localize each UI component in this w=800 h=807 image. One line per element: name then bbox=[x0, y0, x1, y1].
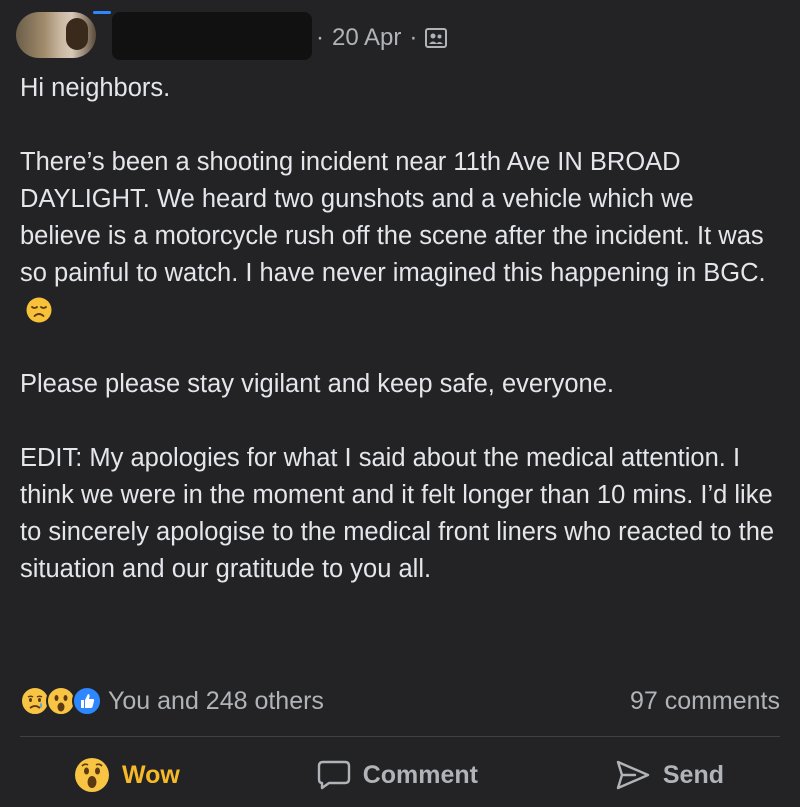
post-meta: · 20 Apr · bbox=[316, 22, 448, 54]
reaction-icons bbox=[20, 686, 102, 716]
post-date[interactable]: 20 Apr bbox=[332, 24, 401, 52]
wow-label: Wow bbox=[122, 760, 180, 789]
post-body: Hi neighbors. There’s been a shooting in… bbox=[20, 70, 780, 588]
reaction-count: You and 248 others bbox=[108, 686, 324, 715]
meta-separator: · bbox=[316, 24, 324, 51]
send-icon bbox=[616, 760, 650, 790]
post-header: · 20 Apr · bbox=[0, 0, 800, 70]
meta-separator: · bbox=[409, 24, 418, 51]
post-paragraph: There’s been a shooting incident near 11… bbox=[20, 144, 780, 329]
comment-button[interactable]: Comment bbox=[317, 760, 478, 790]
divider bbox=[20, 736, 780, 737]
group-icon bbox=[425, 28, 448, 48]
post-paragraph-text: There’s been a shooting incident near 11… bbox=[20, 148, 766, 287]
comment-count[interactable]: 97 comments bbox=[630, 687, 780, 716]
active-status-accent bbox=[93, 11, 111, 14]
post-actions: Wow Comment Send bbox=[20, 748, 780, 802]
avatar[interactable] bbox=[16, 12, 96, 58]
wow-reaction-button[interactable]: Wow bbox=[74, 757, 180, 793]
send-label: Send bbox=[662, 760, 724, 789]
disappointed-face-icon bbox=[26, 297, 52, 323]
reaction-summary[interactable]: You and 248 others bbox=[20, 686, 324, 716]
post-paragraph: Hi neighbors. bbox=[20, 74, 171, 102]
wow-icon bbox=[75, 758, 109, 792]
send-button[interactable]: Send bbox=[615, 759, 724, 791]
comment-icon bbox=[317, 760, 350, 790]
like-icon bbox=[72, 686, 102, 716]
comment-label: Comment bbox=[362, 760, 479, 789]
post-paragraph: Please please stay vigilant and keep saf… bbox=[20, 370, 614, 398]
post-paragraph: EDIT: My apologies for what I said about… bbox=[20, 444, 775, 583]
redaction-bar bbox=[112, 12, 312, 60]
reactions-row: You and 248 others 97 comments bbox=[20, 681, 780, 721]
author-name-redacted[interactable] bbox=[112, 12, 312, 60]
